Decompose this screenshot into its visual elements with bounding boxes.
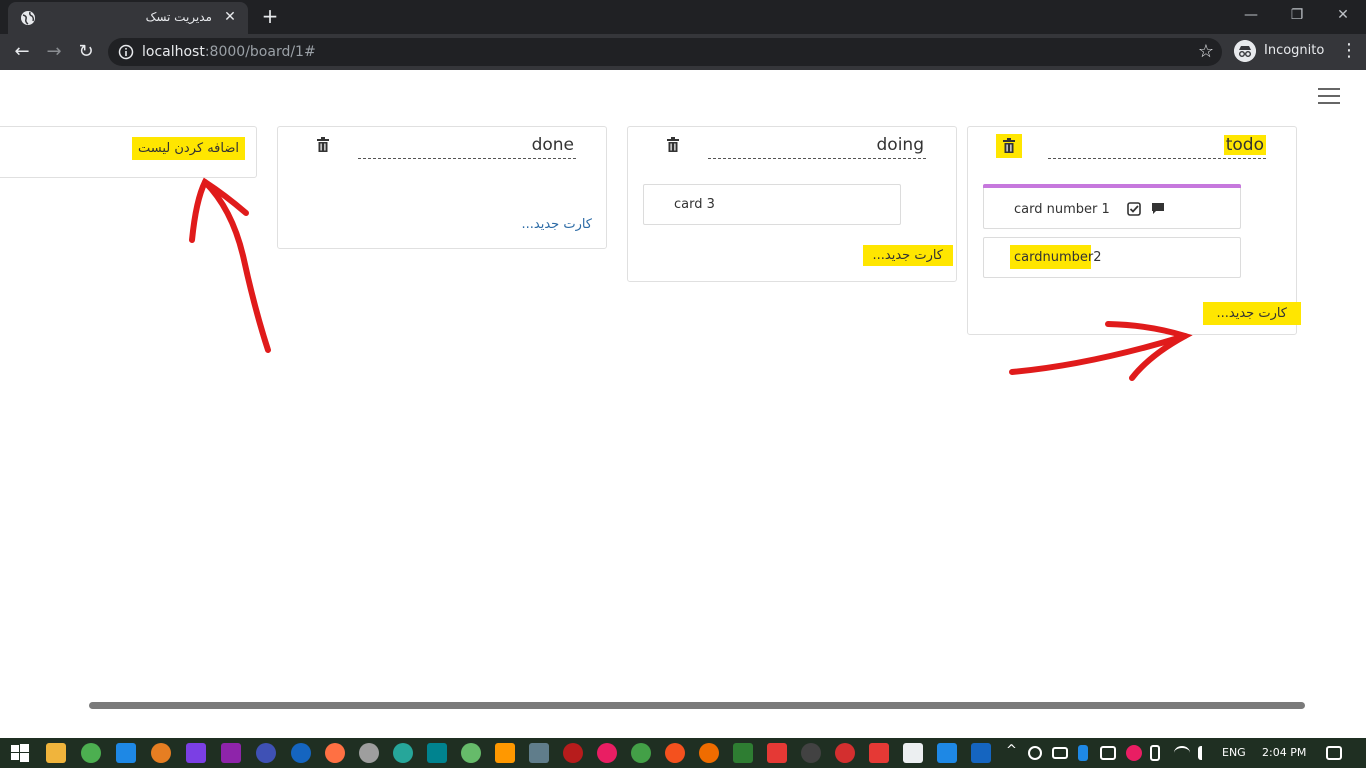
- list-doing: doing card 3 کارت جدید...: [627, 126, 957, 282]
- windows-start-icon[interactable]: [10, 743, 30, 763]
- list-title-input[interactable]: done: [358, 135, 576, 159]
- card-title: card number 1: [1014, 202, 1110, 217]
- add-list-panel[interactable]: اضافه کردن لیست: [0, 126, 257, 178]
- app-icon[interactable]: [597, 743, 617, 763]
- url-text: localhost:8000/board/1#: [142, 44, 316, 60]
- anydesk-icon[interactable]: [869, 743, 889, 763]
- xampp-icon[interactable]: [495, 743, 515, 763]
- card-title: cardnumber2: [1014, 250, 1102, 265]
- jetbrains-icon[interactable]: [186, 743, 206, 763]
- close-window-button[interactable]: ✕: [1320, 0, 1366, 34]
- globe-icon: [21, 11, 35, 25]
- chrome-icon[interactable]: [81, 743, 101, 763]
- slack-tray-icon[interactable]: [1126, 745, 1142, 761]
- browser-toolbar: ← → ↻ localhost:8000/board/1# ☆ Incognit…: [0, 34, 1366, 70]
- comment-icon: [1152, 203, 1164, 214]
- language-indicator[interactable]: ENG: [1222, 746, 1246, 759]
- bluetooth-icon[interactable]: [1078, 745, 1088, 761]
- opera-icon[interactable]: [835, 743, 855, 763]
- notifications-icon[interactable]: [1326, 746, 1342, 760]
- volume-icon[interactable]: [1198, 746, 1212, 760]
- trash-icon[interactable]: [1002, 138, 1016, 154]
- pycharm-icon[interactable]: [733, 743, 753, 763]
- network-icon[interactable]: [529, 743, 549, 763]
- tray-icon[interactable]: [1028, 746, 1042, 760]
- card-label-bar: [983, 184, 1241, 188]
- maps-icon[interactable]: [291, 743, 311, 763]
- horizontal-scrollbar[interactable]: [89, 702, 1305, 709]
- info-icon[interactable]: [118, 44, 134, 60]
- display-icon[interactable]: [1100, 746, 1116, 760]
- new-card-link[interactable]: کارت جدید...: [1202, 302, 1301, 325]
- browser-tab-strip: مدیریت تسک ✕ + — ❐ ✕: [0, 0, 1366, 34]
- list-title-input[interactable]: todo: [1048, 135, 1266, 159]
- word-icon[interactable]: [971, 743, 991, 763]
- card[interactable]: cardnumber2: [983, 237, 1241, 278]
- incognito-icon: [1234, 40, 1256, 62]
- trash-icon[interactable]: [666, 137, 680, 153]
- tab-close-icon[interactable]: ✕: [220, 7, 240, 27]
- phpstorm-icon[interactable]: [221, 743, 241, 763]
- back-arrow-icon[interactable]: ←: [10, 40, 34, 64]
- list-done: done کارت جدید...: [277, 126, 607, 249]
- app-icon[interactable]: [767, 743, 787, 763]
- tray-chevron-icon[interactable]: ^: [1006, 743, 1017, 758]
- card-title: card 3: [674, 197, 715, 212]
- trash-highlight[interactable]: [996, 134, 1022, 158]
- wifi-icon[interactable]: [1174, 746, 1190, 760]
- search-app-icon[interactable]: [151, 743, 171, 763]
- restore-button[interactable]: ❐: [1274, 0, 1320, 34]
- reload-icon[interactable]: ↻: [74, 40, 98, 64]
- ubuntu-icon[interactable]: [699, 743, 719, 763]
- forward-arrow-icon[interactable]: →: [42, 40, 66, 64]
- browser-menu-icon[interactable]: ⋮: [1340, 42, 1358, 62]
- address-bar[interactable]: localhost:8000/board/1# ☆: [108, 38, 1222, 66]
- app-icon[interactable]: [461, 743, 481, 763]
- firefox-icon[interactable]: [325, 743, 345, 763]
- app-icon[interactable]: [937, 743, 957, 763]
- app-icon[interactable]: [665, 743, 685, 763]
- trash-icon[interactable]: [316, 137, 330, 153]
- battery-icon[interactable]: [1052, 747, 1068, 759]
- windows-taskbar: ^ ENG 2:04 PM: [0, 738, 1366, 768]
- list-todo: todo card number 1 cardnumber2 کارت جدید…: [967, 126, 1301, 335]
- slack-icon[interactable]: [393, 743, 413, 763]
- browser-tab[interactable]: مدیریت تسک ✕: [8, 2, 248, 34]
- vscode-icon[interactable]: [116, 743, 136, 763]
- add-list-button[interactable]: اضافه کردن لیست: [131, 137, 245, 160]
- mysql-icon[interactable]: [427, 743, 447, 763]
- new-tab-button[interactable]: +: [258, 5, 282, 29]
- incognito-label: Incognito: [1264, 43, 1325, 58]
- clock[interactable]: 2:04 PM: [1262, 746, 1306, 759]
- chrome-incognito-icon[interactable]: [359, 743, 379, 763]
- new-card-link[interactable]: کارت جدید...: [522, 217, 593, 232]
- document-icon[interactable]: [903, 743, 923, 763]
- new-card-link[interactable]: کارت جدید...: [862, 245, 953, 266]
- kotlin-icon[interactable]: [256, 743, 276, 763]
- list-title-input[interactable]: doing: [708, 135, 926, 159]
- app-icon[interactable]: [563, 743, 583, 763]
- minimize-button[interactable]: —: [1228, 0, 1274, 34]
- tab-title: مدیریت تسک: [145, 10, 212, 24]
- file-explorer-icon[interactable]: [46, 743, 66, 763]
- board-page: اضافه کردن لیست done کارت جدید... doing …: [0, 70, 1366, 738]
- app-icon[interactable]: [631, 743, 651, 763]
- usb-icon[interactable]: [1150, 745, 1160, 761]
- hamburger-menu-icon[interactable]: [1318, 88, 1340, 104]
- obs-icon[interactable]: [801, 743, 821, 763]
- bookmark-star-icon[interactable]: ☆: [1198, 41, 1214, 62]
- card[interactable]: card 3: [643, 184, 901, 225]
- checklist-icon: [1127, 202, 1141, 216]
- card[interactable]: card number 1: [983, 184, 1241, 229]
